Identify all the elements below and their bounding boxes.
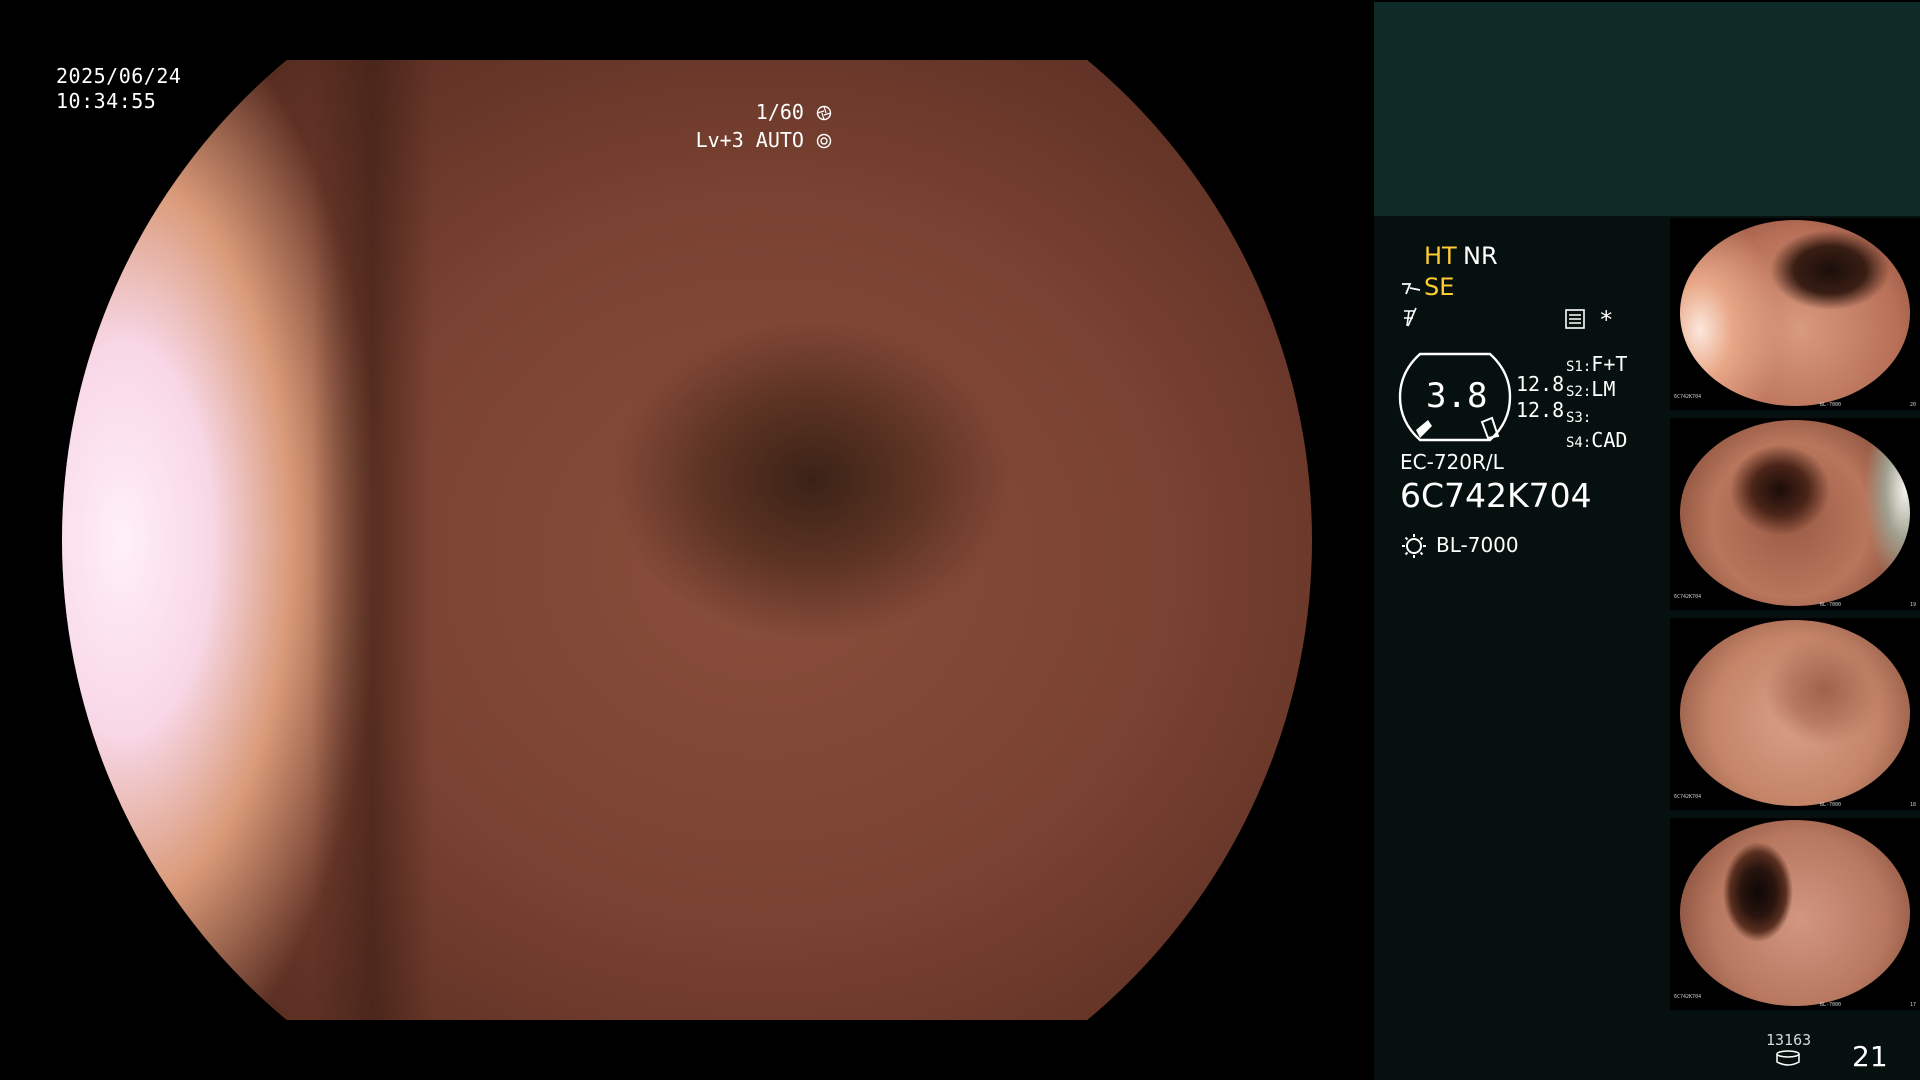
thumbnail-serial: 6C742K704 xyxy=(1674,994,1702,1000)
time-readout: 10:34:55 xyxy=(56,89,157,113)
thumbnail-light: BL-7000 xyxy=(1820,402,1842,408)
thumbnail-image xyxy=(1680,620,1910,806)
switch-s2: S2:LM xyxy=(1566,377,1616,401)
mode-nr: NR xyxy=(1463,242,1498,270)
value-upper: 12.8 xyxy=(1516,372,1565,396)
endoscope-live-view: 2025/06/24 10:34:55 1/60 Lv+3 AUTO xyxy=(0,0,1372,1080)
aperture-icon xyxy=(816,105,832,121)
thumbnail-serial: 6C742K704 xyxy=(1674,394,1702,400)
thumbnail-image xyxy=(1680,420,1910,606)
structure-enhance-icon xyxy=(1402,283,1421,295)
switch-key: S4 xyxy=(1566,435,1583,451)
thumbnail-image xyxy=(1680,820,1910,1006)
level-readout: Lv+3 AUTO xyxy=(696,128,832,152)
value-lower: 12.8 xyxy=(1516,398,1565,422)
switch-key: S2 xyxy=(1566,384,1583,400)
thumbnail-index: 18 xyxy=(1909,802,1916,808)
light-source: BL-7000 xyxy=(1436,533,1519,557)
shutter-value: 1/60 xyxy=(755,100,804,124)
asterisk-indicator: * xyxy=(1599,306,1614,334)
gauge-value: 3.8 xyxy=(1426,376,1488,416)
thumbnail[interactable]: 6C742K704 BL-7000 17 xyxy=(1670,818,1920,1010)
switch-key: S1 xyxy=(1566,359,1583,375)
thumbnail[interactable]: 6C742K704 BL-7000 20 xyxy=(1670,218,1920,410)
settings-list-icon xyxy=(1565,309,1585,329)
thumbnail-index: 19 xyxy=(1909,602,1916,608)
switch-value: CAD xyxy=(1591,428,1628,452)
capture-count: 13163 xyxy=(1766,1031,1812,1049)
switch-value: LM xyxy=(1591,377,1616,401)
light-source-icon xyxy=(1402,534,1426,558)
switch-key: S3 xyxy=(1566,410,1583,426)
scope-model: EC-720R/L xyxy=(1400,450,1504,474)
thumbnail-light: BL-7000 xyxy=(1820,1002,1842,1008)
thumbnail[interactable]: 6C742K704 BL-7000 18 xyxy=(1670,618,1920,810)
frame-number: 21 xyxy=(1852,1040,1888,1073)
level-value: Lv+3 AUTO xyxy=(695,128,804,152)
thumbnail[interactable]: 6C742K704 BL-7000 19 xyxy=(1670,418,1920,610)
thumbnail-serial: 6C742K704 xyxy=(1674,594,1702,600)
filter-off-icon xyxy=(1404,307,1417,327)
mode-ht: HT xyxy=(1424,242,1457,270)
switch-s3: S3: xyxy=(1566,410,1592,426)
thumbnail-image xyxy=(1680,220,1910,406)
thumbnail-index: 20 xyxy=(1909,402,1916,408)
date-readout: 2025/06/24 xyxy=(56,64,182,88)
switch-value: F+T xyxy=(1591,352,1628,376)
switch-s4: S4:CAD xyxy=(1566,428,1628,452)
shutter-readout: 1/60 xyxy=(756,100,832,124)
mode-se: SE xyxy=(1424,273,1455,301)
thumbnail-serial: 6C742K704 xyxy=(1674,794,1702,800)
thumbnail-light: BL-7000 xyxy=(1820,802,1842,808)
panel-header-area xyxy=(1374,2,1920,216)
endoscopic-image xyxy=(62,60,1312,1020)
iris-icon xyxy=(816,133,832,149)
thumbnail-index: 17 xyxy=(1909,1002,1916,1008)
thumbnail-light: BL-7000 xyxy=(1820,602,1842,608)
scope-serial: 6C742K704 xyxy=(1400,476,1592,515)
mucosal-fold xyxy=(312,60,432,1020)
storage-icon xyxy=(1776,1050,1800,1066)
switch-s1: S1:F+T xyxy=(1566,352,1628,376)
